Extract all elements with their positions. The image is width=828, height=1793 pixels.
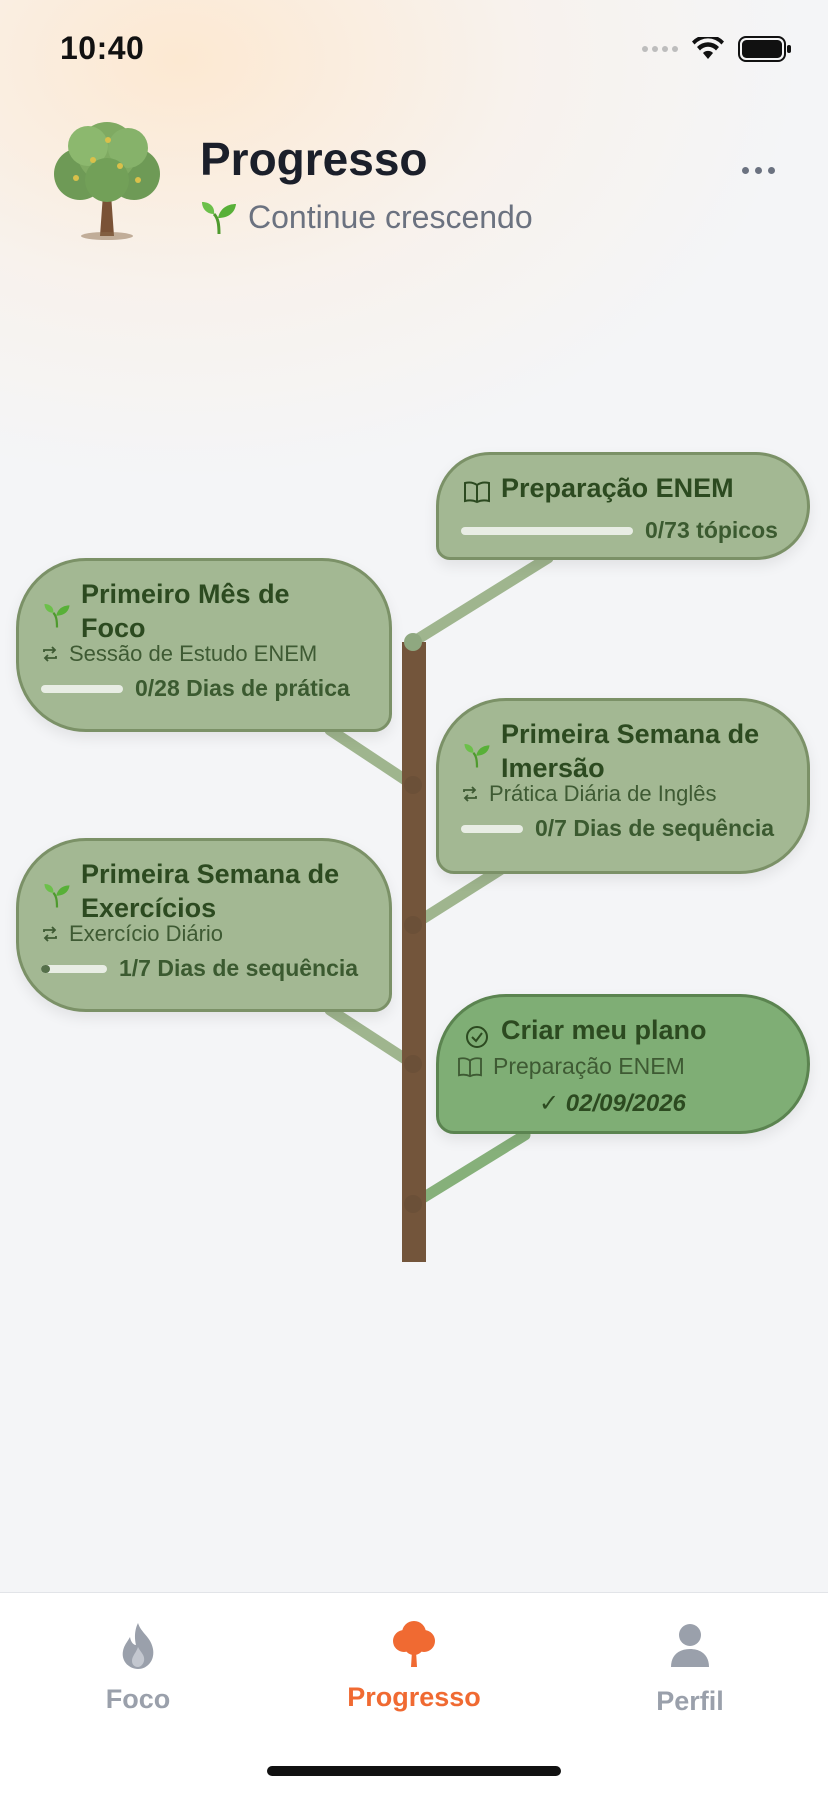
- status-icons: [642, 36, 792, 62]
- progress-text: 1/7 Dias de sequência: [119, 955, 359, 981]
- page-title: Progresso: [200, 133, 428, 185]
- tab-bar: Foco Progresso Perfil: [0, 1592, 828, 1793]
- milestone-primeira-semana-de-exercicios[interactable]: Primeira Semana de Exercícios Exercício …: [16, 838, 392, 1012]
- milestone-title: Preparação ENEM: [501, 473, 734, 503]
- milestone-goal: Preparação ENEM: [457, 1053, 685, 1080]
- completed-date: ✓ 02/09/2026: [539, 1090, 686, 1117]
- milestone-title: Primeira Semana de Exercícios: [81, 859, 340, 923]
- progress-bar: [41, 684, 123, 693]
- tab-label: Foco: [105, 1684, 171, 1714]
- milestone-title: Primeira Semana de Imersão: [501, 719, 760, 783]
- milestone-habit: Exercício Diário: [41, 921, 223, 947]
- milestone-habit: Sessão de Estudo ENEM: [41, 641, 317, 667]
- milestone-progress: 0/7 Dias de sequência: [461, 815, 774, 842]
- status-time: 10:40: [60, 30, 145, 66]
- goal-text: Preparação ENEM: [493, 1053, 685, 1079]
- page-subtitle: Continue crescendo: [200, 198, 533, 236]
- book-icon: [464, 481, 490, 504]
- more-dot: [767, 166, 775, 174]
- home-indicator: [267, 1766, 561, 1776]
- habit-text: Prática Diária de Inglês: [489, 781, 717, 806]
- progress-fill: [41, 964, 51, 973]
- progress-bar: [41, 964, 107, 973]
- milestone-criar-meu-plano[interactable]: Criar meu plano Preparação ENEM ✓ 02/09/…: [436, 994, 810, 1134]
- sprout-icon: [44, 883, 70, 908]
- milestone-primeira-semana-de-imersao[interactable]: Primeira Semana de Imersão Prática Diári…: [436, 698, 810, 874]
- cellular-signal-icon: [642, 46, 678, 52]
- battery-icon: [738, 36, 791, 62]
- sprout-icon: [464, 743, 490, 768]
- tab-label: Perfil: [656, 1686, 724, 1716]
- habit-text: Exercício Diário: [69, 921, 224, 946]
- wifi-icon: [692, 37, 724, 59]
- milestone-title: Criar meu plano: [501, 1015, 707, 1045]
- tab-label: Progresso: [347, 1682, 481, 1712]
- subtitle-text: Continue crescendo: [248, 198, 533, 235]
- tab-perfil[interactable]: Perfil: [590, 1621, 790, 1717]
- tab-foco[interactable]: Foco: [38, 1621, 238, 1715]
- more-dot: [741, 166, 749, 174]
- repeat-icon: [463, 786, 477, 802]
- progress-bar: [461, 526, 633, 535]
- habit-text: Sessão de Estudo ENEM: [69, 641, 318, 666]
- header: Progresso Continue crescendo: [0, 110, 828, 260]
- person-icon: [671, 1624, 709, 1667]
- milestone-progress: 1/7 Dias de sequência: [41, 955, 358, 982]
- tab-progresso[interactable]: Progresso: [314, 1621, 514, 1713]
- repeat-icon: [43, 926, 57, 942]
- sprout-icon: [202, 202, 236, 235]
- progress-tree: Preparação ENEM 0/73 tópicos Primeiro Mê…: [0, 430, 828, 1280]
- book-icon: [458, 1056, 482, 1077]
- milestone-primeiro-mes-de-foco[interactable]: Primeiro Mês de Foco Sessão de Estudo EN…: [16, 558, 392, 732]
- progress-bar: [461, 824, 523, 833]
- status-bar: 10:40: [0, 0, 828, 100]
- progress-text: 0/7 Dias de sequência: [535, 815, 775, 841]
- milestone-title: Primeiro Mês de Foco: [81, 579, 290, 643]
- milestone-preparacao-enem[interactable]: Preparação ENEM 0/73 tópicos: [436, 452, 810, 560]
- milestone-progress: 0/28 Dias de prática: [41, 675, 350, 702]
- progress-text: 0/73 tópicos: [645, 517, 778, 543]
- milestone-habit: Prática Diária de Inglês: [461, 781, 716, 807]
- tree-icon: [393, 1621, 435, 1667]
- sprout-icon: [44, 603, 70, 628]
- more-dot: [754, 166, 762, 174]
- progress-text: 0/28 Dias de prática: [135, 675, 350, 701]
- check-circle-icon: [466, 1026, 488, 1048]
- repeat-icon: [43, 646, 57, 662]
- more-options-button[interactable]: [728, 150, 788, 190]
- flame-icon: [122, 1623, 154, 1669]
- tree-logo-icon: [54, 122, 160, 240]
- milestone-progress: 0/73 tópicos: [461, 517, 778, 544]
